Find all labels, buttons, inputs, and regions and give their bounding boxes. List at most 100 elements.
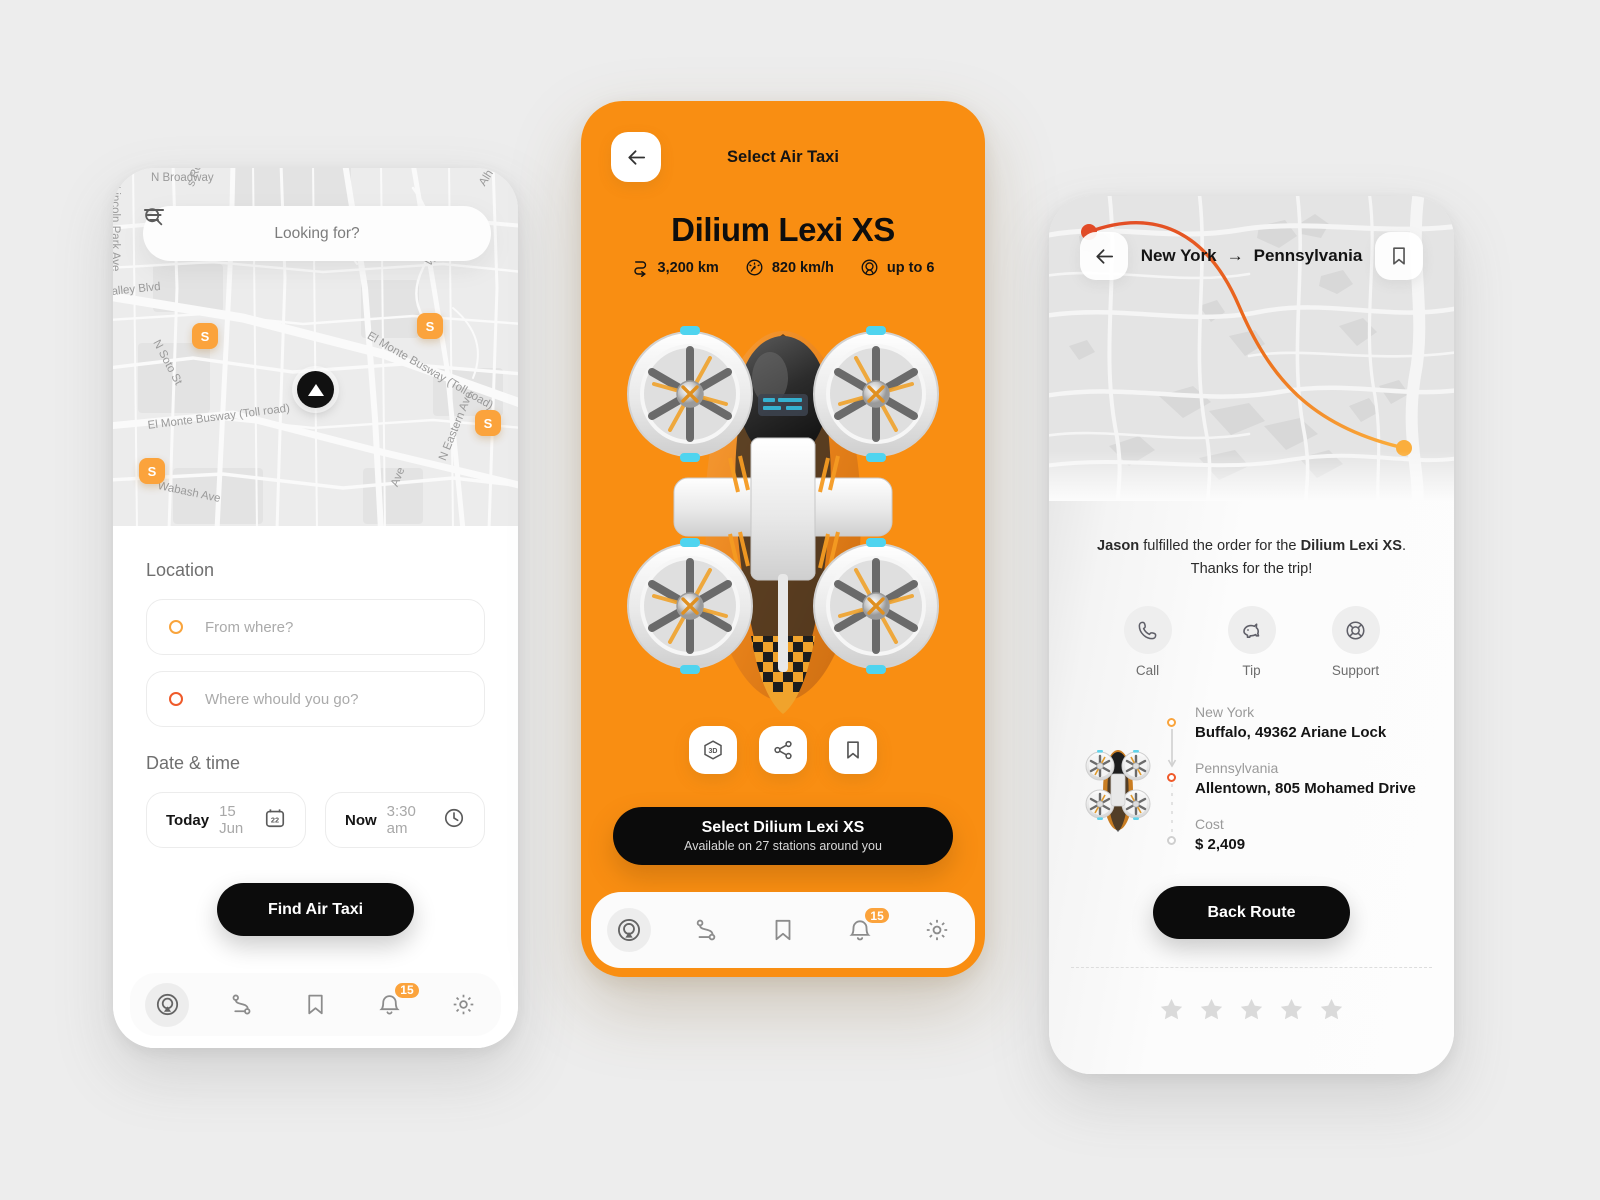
nav-item-home[interactable] xyxy=(607,908,652,952)
select-taxi-button[interactable]: Select Dilium Lexi XS Available on 27 st… xyxy=(613,807,953,865)
svg-text:22: 22 xyxy=(271,815,279,824)
spec-range-value: 3,200 km xyxy=(657,259,719,276)
spec-capacity: up to 6 xyxy=(860,258,934,277)
route-title: New York → Pennsylvania xyxy=(1128,246,1375,266)
select-taxi-sublabel: Available on 27 stations around you xyxy=(684,839,882,853)
station-marker[interactable]: S xyxy=(475,410,501,436)
trip-info: New York Buffalo, 49362 Ariane Lock Penn… xyxy=(1195,704,1420,872)
quadcopter-graphic xyxy=(627,326,939,714)
support-action[interactable]: Support xyxy=(1331,606,1380,679)
bookmark-button[interactable] xyxy=(829,726,877,774)
timeline-dashes xyxy=(1171,784,1173,833)
star-icon[interactable] xyxy=(1318,996,1345,1023)
time-picker[interactable]: Now 3:30 am xyxy=(325,792,485,848)
taxi-model-name: Dilium Lexi XS xyxy=(671,211,895,248)
clock-icon[interactable] xyxy=(443,807,465,834)
star-icon[interactable] xyxy=(1238,996,1265,1023)
trip-actions: Call Tip Support xyxy=(1049,606,1454,678)
spec-range: 3,200 km xyxy=(632,259,719,277)
to-location-field[interactable]: Where whould you go? xyxy=(146,671,485,727)
nav-item-settings[interactable] xyxy=(915,908,959,952)
station-marker[interactable]: S xyxy=(139,458,165,484)
date-value: 15 Jun xyxy=(219,803,244,837)
nav-item-notifications[interactable]: 15 xyxy=(368,980,421,1027)
nav-item-saved[interactable] xyxy=(761,908,805,952)
cost-dot-icon xyxy=(1167,836,1176,846)
life-ring-icon xyxy=(1346,621,1365,640)
taxi-specs: 3,200 km 820 km/h up to 6 xyxy=(581,258,985,277)
star-icon[interactable] xyxy=(1198,996,1225,1023)
destination-address: Allentown, 805 Mohamed Drive xyxy=(1195,780,1416,798)
nav-item-saved[interactable] xyxy=(293,983,337,1027)
share-icon xyxy=(774,740,792,760)
call-action[interactable]: Call xyxy=(1123,606,1172,678)
svg-text:3D: 3D xyxy=(709,748,718,755)
back-route-button[interactable]: Back Route xyxy=(1153,886,1350,940)
gear-icon xyxy=(926,919,947,941)
bookmark-button[interactable] xyxy=(1375,232,1423,280)
3d-icon: 3D xyxy=(704,740,722,760)
design-canvas: N Broadway Lincoln Park Ave Alhamb. s Rd… xyxy=(0,0,1600,1200)
nav-item-routes[interactable] xyxy=(219,983,263,1027)
station-marker[interactable]: S xyxy=(192,323,218,349)
seats-icon xyxy=(861,259,878,276)
bottom-navigation: 15 xyxy=(130,973,501,1036)
tip-label: Tip xyxy=(1242,663,1261,679)
star-icon[interactable] xyxy=(1158,996,1185,1023)
trip-timeline xyxy=(1167,704,1181,872)
from-location-field[interactable]: From where? xyxy=(146,599,485,655)
back-button[interactable] xyxy=(1080,232,1128,280)
nav-item-settings[interactable] xyxy=(442,983,486,1027)
time-value: 3:30 am xyxy=(386,803,416,837)
message-mid: fulfilled the order for the xyxy=(1139,538,1301,554)
route-icon xyxy=(696,919,716,941)
drone-image xyxy=(581,301,985,721)
search-bar[interactable]: Looking for? xyxy=(143,206,491,261)
trip-drone-thumbnail xyxy=(1083,704,1153,872)
nav-item-routes[interactable] xyxy=(684,908,728,952)
find-air-taxi-button[interactable]: Find Air Taxi xyxy=(217,883,414,936)
from-location-input[interactable]: From where? xyxy=(205,619,293,636)
tip-action[interactable]: Tip xyxy=(1227,606,1276,679)
divider xyxy=(1071,967,1432,969)
view-3d-button[interactable]: 3D xyxy=(689,726,737,774)
radar-icon xyxy=(156,993,178,1016)
datetime-row: Today 15 Jun 22 Now 3:30 am xyxy=(146,792,485,848)
location-section-title: Location xyxy=(146,560,215,580)
gear-icon xyxy=(454,994,474,1015)
page-title: Select Air Taxi xyxy=(727,148,839,166)
support-label: Support xyxy=(1331,663,1380,679)
origin-dot-icon xyxy=(1167,718,1176,728)
rating-stars[interactable] xyxy=(1049,996,1454,1023)
message-model: Dilium Lexi XS xyxy=(1300,538,1402,554)
driver-name: Jason xyxy=(1096,538,1140,554)
current-location-marker[interactable] xyxy=(297,371,334,408)
route-icon xyxy=(232,994,251,1015)
share-button[interactable] xyxy=(759,726,807,774)
date-picker[interactable]: Today 15 Jun 22 xyxy=(146,792,306,848)
call-button[interactable] xyxy=(1123,606,1172,655)
calendar-icon[interactable]: 22 xyxy=(264,807,286,834)
search-input[interactable]: Looking for? xyxy=(165,225,469,243)
datetime-section-title: Date & time xyxy=(146,753,241,773)
map-view-route[interactable]: New York → Pennsylvania xyxy=(1049,196,1454,501)
cost-value: $ 2,409 xyxy=(1195,836,1246,854)
arrow-left-icon xyxy=(1095,248,1113,264)
map-view-search[interactable]: N Broadway Lincoln Park Ave Alhamb. s Rd… xyxy=(113,168,518,526)
star-icon[interactable] xyxy=(1278,996,1305,1023)
nav-item-notifications[interactable]: 15 xyxy=(838,906,891,952)
station-marker[interactable]: S xyxy=(417,313,443,339)
location-arrow-icon xyxy=(307,383,324,396)
bottom-navigation: 15 xyxy=(591,892,975,968)
destination-dot-icon xyxy=(1167,773,1176,783)
taxi-action-buttons: 3D xyxy=(581,726,985,774)
tip-button[interactable] xyxy=(1227,606,1276,655)
route-header: New York → Pennsylvania xyxy=(1049,232,1454,280)
nav-item-home[interactable] xyxy=(145,982,190,1027)
quadcopter-thumb-icon xyxy=(1085,750,1151,833)
route-destination: Pennsylvania xyxy=(1253,246,1363,265)
to-location-input[interactable]: Where whould you go? xyxy=(205,691,358,708)
destination-label: Pennsylvania xyxy=(1195,760,1279,777)
support-button[interactable] xyxy=(1331,606,1380,655)
cost-label: Cost xyxy=(1195,816,1224,833)
